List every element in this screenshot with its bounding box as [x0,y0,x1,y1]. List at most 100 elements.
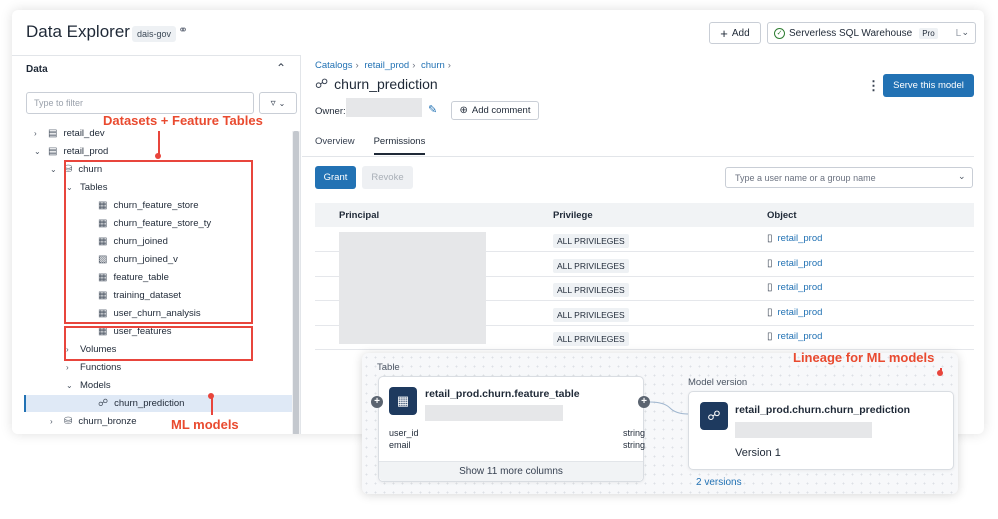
tree-item-label: Models [80,380,111,391]
lineage-model-label: Model version [688,377,748,388]
table-icon: ▦ [389,387,417,415]
privilege-badge: ALL PRIVILEGES [553,258,629,273]
model-icon: ☍ [315,76,329,91]
object-link-label: retail_prod [777,331,823,342]
tab-overview[interactable]: Overview [315,136,355,155]
annotation-connector [211,396,213,415]
filter-icon: ▿ [270,97,276,109]
privilege-badge: ALL PRIVILEGES [553,307,629,322]
serve-model-button[interactable]: Serve this model [883,74,974,97]
filter-button[interactable]: ▿ ⌄ [259,92,297,114]
tree-item[interactable]: ⌄ Models [66,377,111,394]
tree-item[interactable]: › ⛁ churn_bronze [50,413,137,430]
add-button[interactable]: + Add [709,22,761,44]
chevron-down-icon[interactable]: ⌄ [50,165,58,174]
catalog-icon: ▯ [767,331,773,342]
catalog-icon: ▤ [48,128,58,139]
column-principal: Principal [339,210,380,221]
show-more-columns-button[interactable]: Show 11 more columns [379,461,643,481]
versions-link[interactable]: 2 versions [696,477,742,488]
chevron-down-icon[interactable]: ⌄ [34,147,42,156]
lineage-edge [650,401,689,415]
lineage-table-redacted [425,405,563,421]
warehouse-label: Serverless SQL Warehouse [789,27,913,39]
lineage-table-name: retail_prod.churn.feature_table [425,388,580,400]
warehouse-selector[interactable]: ✓ Serverless SQL Warehouse Pro L ⌄ [767,22,976,44]
owner-label: Owner: [315,106,346,117]
tree-item[interactable]: ⌄ ▤ retail_prod [34,143,108,160]
breadcrumb: Catalogs › retail_prod › churn › [315,60,454,71]
catalog-icon: ▯ [767,306,773,318]
object-link[interactable]: ▯ retail_prod [767,307,822,318]
annotation-ml-models: ML models [171,417,239,432]
scrollbar-thumb[interactable] [293,131,299,434]
lineage-panel: Table ▦ retail_prod.churn.feature_table … [362,353,958,494]
lineage-column-name: user_id [389,428,419,438]
comment-icon: ⊕ [459,105,468,116]
lineage-table-label: Table [377,362,400,373]
model-icon: ☍ [98,398,109,409]
app-title: Data Explorer [26,22,130,41]
object-link[interactable]: ▯ retail_prod [767,282,822,293]
chevron-up-icon[interactable]: ⌃ [276,61,286,75]
chevron-right-icon[interactable]: › [66,363,74,372]
chevron-right-icon[interactable]: › [50,417,58,426]
add-comment-label: Add comment [471,105,531,116]
annotation-box-volumes-functions [64,326,253,361]
object-link[interactable]: ▯ retail_prod [767,233,822,244]
kebab-menu-icon[interactable]: ⋮ [867,78,880,94]
lineage-column-name: email [389,440,411,450]
breadcrumb-separator: › [355,60,359,71]
catalog-icon: ▤ [48,146,58,157]
tree-item-label: churn_prediction [114,398,185,409]
add-comment-button[interactable]: ⊕ Add comment [451,101,539,120]
warehouse-tier-badge: Pro [919,27,938,39]
tree-item[interactable]: › Functions [66,359,121,376]
chevron-down-icon: ⌄ [278,98,286,108]
model-title-text: churn_prediction [334,76,438,92]
expand-upstream-icon[interactable]: + [371,396,383,408]
user-search-input[interactable] [725,167,973,188]
breadcrumb-retail-prod[interactable]: retail_prod [364,60,409,71]
filter-input[interactable] [26,92,254,114]
grant-button[interactable]: Grant [315,166,356,189]
breadcrumb-separator: › [412,60,416,71]
privilege-badge: ALL PRIVILEGES [553,234,629,248]
column-object: Object [767,210,797,221]
revoke-button[interactable]: Revoke [362,166,413,189]
tabs-divider [302,156,974,157]
pencil-icon[interactable]: ✎ [428,103,437,116]
chevron-right-icon[interactable]: › [34,129,42,138]
breadcrumb-catalogs[interactable]: Catalogs [315,60,353,71]
object-link-label: retail_prod [777,282,823,293]
lineage-column-type: string [623,428,646,438]
breadcrumb-separator: › [447,60,451,71]
lineage-model-name: retail_prod.churn.churn_prediction [735,404,911,416]
annotation-dot [155,153,161,159]
tree-item[interactable]: ›⛁churn_gold [50,431,125,434]
lineage-model-node[interactable]: ☍ retail_prod.churn.churn_prediction Ver… [688,391,954,470]
tree-item[interactable]: › ▤ retail_dev [34,125,105,142]
expand-downstream-icon[interactable]: + [638,396,650,408]
object-link-label: retail_prod [777,257,823,269]
breadcrumb-churn[interactable]: churn [421,60,445,71]
catalog-icon: ▯ [767,233,773,244]
lineage-table-node[interactable]: ▦ retail_prod.churn.feature_table user_i… [378,376,646,482]
catalog-icon: ▯ [767,257,773,269]
chevron-down-icon: ⌄ [961,27,969,37]
tab-permissions[interactable]: Permissions [373,136,426,155]
principal-redacted [339,232,486,344]
chevron-down-icon[interactable]: ⌄ [66,381,74,390]
object-link-label: retail_prod [777,306,823,318]
permissions-table-header: Principal Privilege Object [315,203,974,227]
privilege-badge: ALL PRIVILEGES [553,332,629,346]
tree-item[interactable]: ☍ churn_prediction [26,395,292,412]
link-icon[interactable]: ⚭ [178,23,188,37]
object-link[interactable]: ▯ retail_prod [767,331,822,342]
warehouse-size: L [955,27,962,39]
page-title: ☍ churn_prediction [315,76,438,92]
tree-item-label: churn_bronze [78,416,137,427]
tree-item-label: retail_prod [63,146,109,157]
plus-icon: + [720,25,728,41]
object-link[interactable]: ▯ retail_prod [767,258,822,269]
